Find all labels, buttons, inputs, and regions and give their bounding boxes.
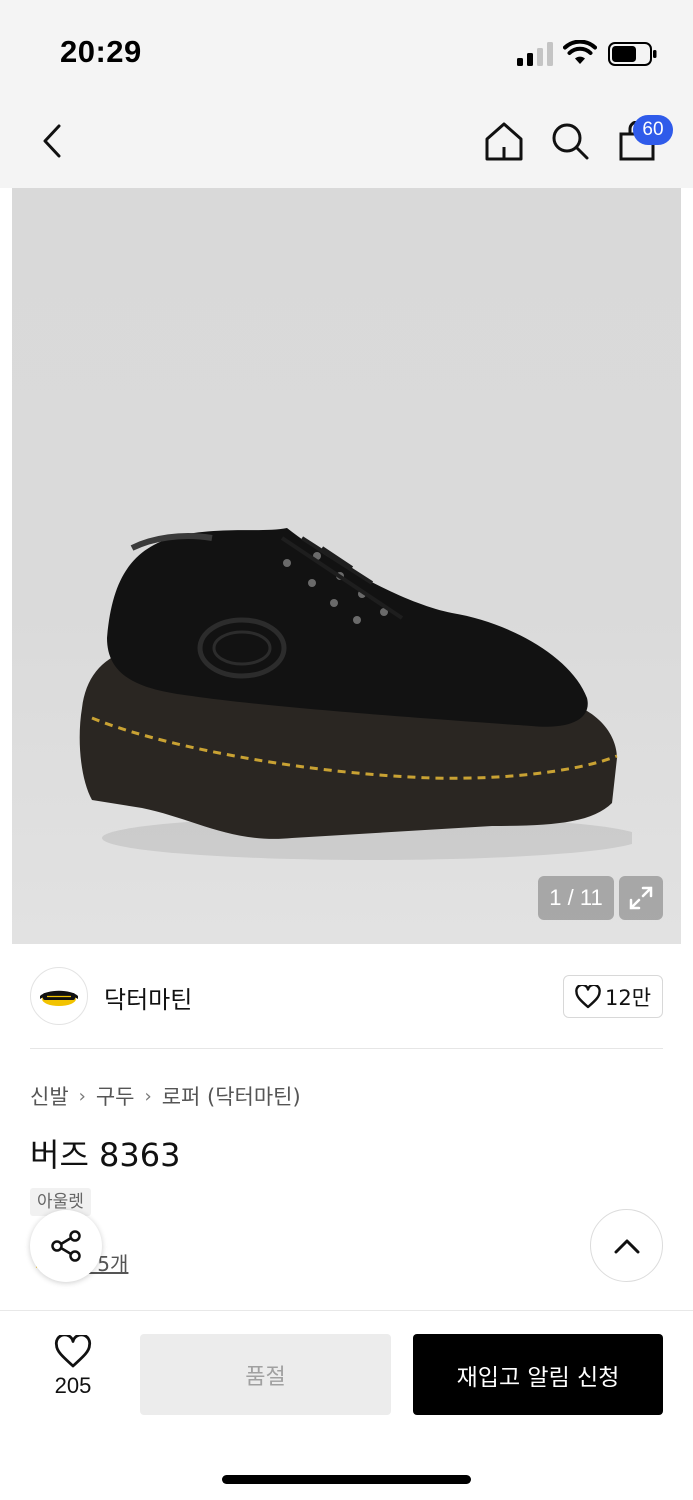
expand-icon xyxy=(629,886,653,910)
divider xyxy=(30,1048,663,1049)
home-icon xyxy=(485,122,523,161)
cellular-signal-icon xyxy=(517,42,553,66)
wishlist-button[interactable]: 205 xyxy=(40,1335,106,1415)
heart-icon xyxy=(575,984,601,1008)
status-bar: 20:29 xyxy=(0,0,693,98)
scroll-to-top-button[interactable] xyxy=(590,1209,663,1282)
breadcrumb: 신발 › 구두 › 로퍼 (닥터마틴) xyxy=(30,1081,301,1111)
wishlist-count: 205 xyxy=(54,1373,92,1398)
brand-like-count: 12만 xyxy=(604,985,652,1010)
top-nav-bar xyxy=(0,98,693,188)
breadcrumb-item[interactable]: 구두 xyxy=(96,1081,135,1111)
heart-icon xyxy=(54,1335,92,1368)
chevron-right-icon: › xyxy=(144,1085,152,1107)
search-button[interactable] xyxy=(545,116,595,166)
share-icon xyxy=(51,1230,81,1262)
status-time: 20:29 xyxy=(60,34,142,69)
product-title: 버즈 8363 xyxy=(30,1136,181,1174)
battery-icon xyxy=(608,42,657,66)
home-button[interactable] xyxy=(479,116,529,166)
home-indicator xyxy=(222,1475,471,1484)
sold-out-button: 품절 xyxy=(140,1334,391,1415)
wifi-icon xyxy=(563,40,597,64)
chevron-left-icon xyxy=(43,124,61,158)
share-button[interactable] xyxy=(30,1210,102,1282)
product-image-gallery[interactable] xyxy=(12,188,681,944)
breadcrumb-item[interactable]: 신발 xyxy=(30,1081,69,1111)
restock-alert-button[interactable]: 재입고 알림 신청 xyxy=(413,1334,663,1415)
chevron-up-icon xyxy=(614,1239,639,1253)
chevron-right-icon: › xyxy=(78,1085,86,1107)
dr-martens-logo-icon xyxy=(40,990,78,1006)
brand-name[interactable]: 닥터마틴 xyxy=(104,980,192,1015)
expand-image-button[interactable] xyxy=(619,876,663,920)
search-icon xyxy=(552,123,589,160)
breadcrumb-item[interactable]: 로퍼 (닥터마틴) xyxy=(162,1081,301,1111)
product-shoe-image xyxy=(79,528,632,860)
brand-like-button[interactable]: 12만 xyxy=(563,975,663,1018)
back-button[interactable] xyxy=(27,116,77,166)
brand-logo[interactable] xyxy=(30,967,88,1025)
cart-count-badge: 60 xyxy=(633,115,673,145)
image-counter: 1 / 11 xyxy=(538,876,614,920)
